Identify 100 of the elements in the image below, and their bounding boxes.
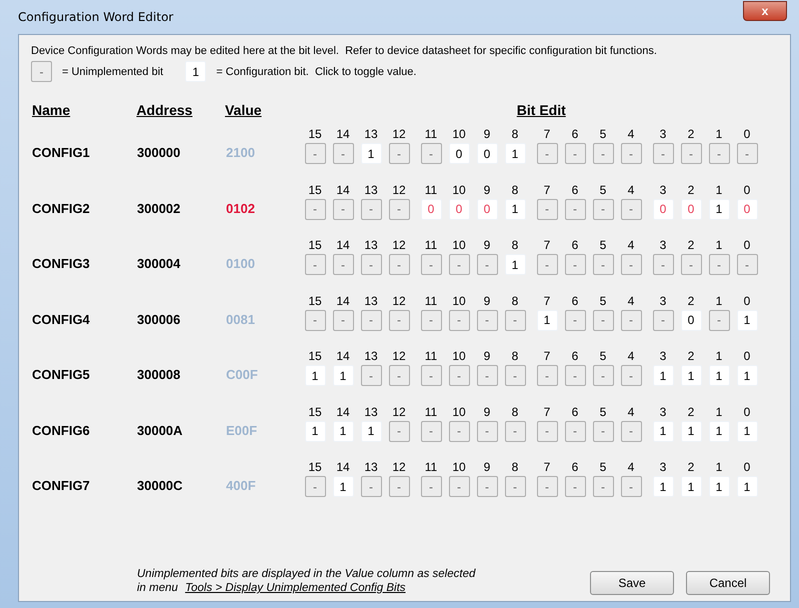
bit-toggle[interactable]: 0	[652, 198, 674, 220]
bit-toggle[interactable]: -	[592, 476, 614, 498]
bit-toggle[interactable]: -	[304, 254, 326, 276]
bit-toggle[interactable]: -	[420, 310, 442, 331]
bit-toggle[interactable]: 0	[680, 310, 702, 331]
bit-toggle[interactable]: 1	[708, 365, 730, 386]
bit-toggle[interactable]: 1	[304, 420, 326, 442]
bit-toggle[interactable]: -	[536, 254, 558, 276]
bit-toggle[interactable]: -	[360, 365, 382, 386]
bit-toggle[interactable]: 0	[680, 198, 702, 220]
bit-toggle[interactable]: -	[420, 365, 442, 386]
bit-toggle[interactable]: -	[564, 198, 586, 220]
bit-toggle[interactable]: -	[360, 254, 382, 276]
bit-toggle[interactable]: -	[592, 254, 614, 276]
bit-toggle[interactable]: -	[564, 476, 586, 498]
bit-toggle[interactable]: -	[564, 310, 586, 331]
bit-toggle[interactable]: -	[564, 420, 586, 442]
bit-toggle[interactable]: 1	[652, 420, 674, 442]
bit-toggle[interactable]: -	[304, 198, 326, 220]
bit-toggle[interactable]: -	[620, 365, 642, 386]
bit-toggle[interactable]: 0	[448, 198, 470, 220]
bit-toggle[interactable]: 1	[504, 198, 526, 220]
bit-toggle[interactable]: -	[652, 143, 674, 164]
bit-toggle[interactable]: -	[620, 476, 642, 498]
bit-toggle[interactable]: 1	[736, 365, 758, 386]
bit-toggle[interactable]: -	[360, 198, 382, 220]
bit-toggle[interactable]: -	[592, 420, 614, 442]
bit-toggle[interactable]: -	[652, 310, 674, 331]
bit-toggle[interactable]: -	[388, 143, 410, 164]
bit-toggle[interactable]: -	[304, 310, 326, 331]
bit-toggle[interactable]: -	[564, 365, 586, 386]
bit-toggle[interactable]: -	[652, 254, 674, 276]
bit-toggle[interactable]: 1	[536, 310, 558, 331]
dialog-button[interactable]: Save	[590, 571, 674, 595]
bit-toggle[interactable]: -	[332, 198, 354, 220]
bit-toggle[interactable]: -	[504, 365, 526, 386]
bit-toggle[interactable]: 1	[708, 198, 730, 220]
bit-toggle[interactable]: -	[620, 310, 642, 331]
bit-toggle[interactable]: -	[708, 310, 730, 331]
bit-toggle[interactable]: -	[708, 254, 730, 276]
bit-toggle[interactable]: 1	[504, 143, 526, 164]
bit-toggle[interactable]: -	[360, 476, 382, 498]
menu-path-link[interactable]: Tools > Display Unimplemented Config Bits	[185, 582, 406, 594]
bit-toggle[interactable]: -	[388, 310, 410, 331]
bit-toggle[interactable]: -	[564, 254, 586, 276]
bit-toggle[interactable]: -	[388, 476, 410, 498]
bit-toggle[interactable]: -	[476, 365, 498, 386]
bit-toggle[interactable]: -	[620, 143, 642, 164]
bit-toggle[interactable]: -	[420, 420, 442, 442]
bit-toggle[interactable]: -	[304, 476, 326, 498]
bit-toggle[interactable]: -	[536, 365, 558, 386]
bit-toggle[interactable]: 1	[680, 420, 702, 442]
bit-toggle[interactable]: 0	[476, 198, 498, 220]
bit-toggle[interactable]: 0	[736, 198, 758, 220]
bit-toggle[interactable]: -	[680, 254, 702, 276]
bit-toggle[interactable]: -	[332, 310, 354, 331]
bit-toggle[interactable]: 1	[332, 476, 354, 498]
bit-toggle[interactable]: 1	[360, 420, 382, 442]
bit-toggle[interactable]: -	[592, 198, 614, 220]
bit-toggle[interactable]: -	[388, 420, 410, 442]
bit-toggle[interactable]: 1	[652, 476, 674, 498]
bit-toggle[interactable]: -	[592, 143, 614, 164]
bit-toggle[interactable]: 1	[680, 476, 702, 498]
bit-toggle[interactable]: 1	[708, 420, 730, 442]
bit-toggle[interactable]: -	[476, 420, 498, 442]
bit-toggle[interactable]: -	[736, 143, 758, 164]
bit-toggle[interactable]: -	[620, 254, 642, 276]
bit-toggle[interactable]: 0	[476, 143, 498, 164]
bit-toggle[interactable]: -	[420, 143, 442, 164]
bit-toggle[interactable]: -	[504, 476, 526, 498]
bit-toggle[interactable]: -	[620, 420, 642, 442]
bit-toggle[interactable]: -	[736, 254, 758, 276]
bit-toggle[interactable]: -	[536, 420, 558, 442]
bit-toggle[interactable]: -	[592, 310, 614, 331]
bit-toggle[interactable]: -	[388, 365, 410, 386]
bit-toggle[interactable]: 1	[736, 476, 758, 498]
bit-toggle[interactable]: -	[504, 420, 526, 442]
bit-toggle[interactable]: -	[504, 310, 526, 331]
bit-toggle[interactable]: 1	[360, 143, 382, 164]
bit-toggle[interactable]: -	[476, 254, 498, 276]
bit-toggle[interactable]: -	[420, 476, 442, 498]
bit-toggle[interactable]: -	[332, 143, 354, 164]
bit-toggle[interactable]: 0	[420, 198, 442, 220]
bit-toggle[interactable]: -	[388, 254, 410, 276]
bit-toggle[interactable]: 1	[708, 476, 730, 498]
bit-toggle[interactable]: 1	[652, 365, 674, 386]
bit-toggle[interactable]: 1	[680, 365, 702, 386]
bit-toggle[interactable]: -	[476, 476, 498, 498]
dialog-button[interactable]: Cancel	[686, 571, 770, 595]
bit-toggle[interactable]: 1	[504, 254, 526, 276]
close-button[interactable]: x	[743, 1, 787, 21]
bit-toggle[interactable]: 1	[332, 420, 354, 442]
bit-toggle[interactable]: 1	[332, 365, 354, 386]
bit-toggle[interactable]: -	[420, 254, 442, 276]
bit-toggle[interactable]: -	[360, 310, 382, 331]
bit-toggle[interactable]: -	[448, 365, 470, 386]
bit-toggle[interactable]: -	[388, 198, 410, 220]
bit-toggle[interactable]: -	[536, 198, 558, 220]
bit-toggle[interactable]: -	[620, 198, 642, 220]
bit-toggle[interactable]: 1	[736, 420, 758, 442]
